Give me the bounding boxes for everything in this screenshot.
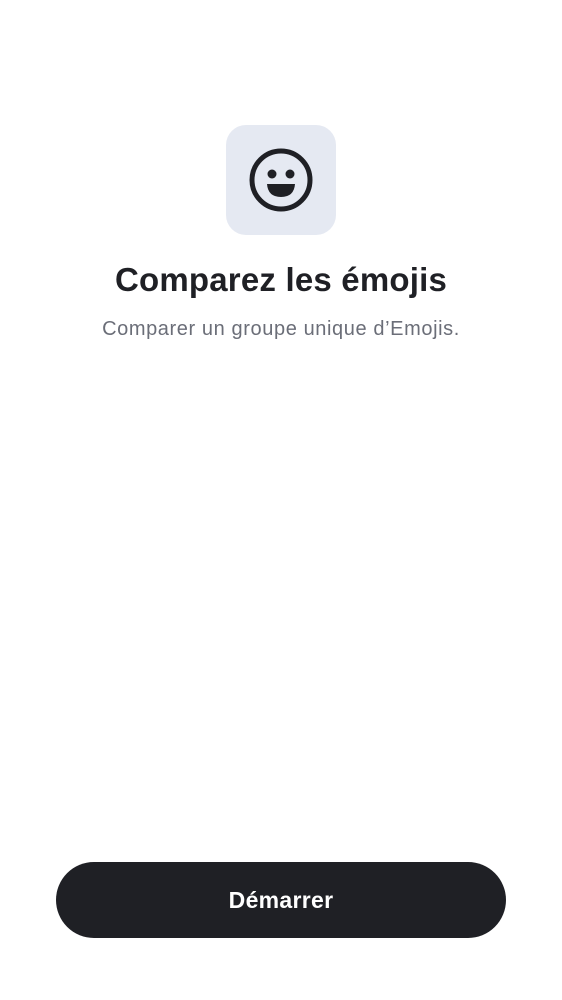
start-button[interactable]: Démarrer [56,862,506,938]
emoji-icon-tile [226,125,336,235]
emoji-compare-intro-screen: Comparez les émojis Comparer un groupe u… [0,0,562,1000]
page-subtitle: Comparer un groupe unique d’Emojis. [102,318,460,340]
smiley-face-icon [249,148,313,212]
page-title: Comparez les émojis [114,261,448,298]
